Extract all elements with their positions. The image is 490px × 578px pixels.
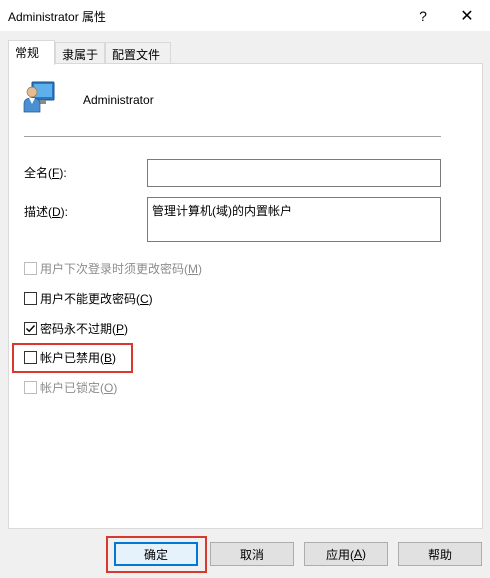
title-bar: Administrator 属性 ? ✕ (0, 0, 490, 31)
checkbox-box (24, 321, 37, 335)
account-locked-checkbox[interactable]: 帐户已锁定(O) (24, 379, 117, 395)
window-title: Administrator 属性 (8, 10, 107, 24)
must-change-password-checkbox[interactable]: 用户下次登录时须更改密码(M) (24, 260, 202, 276)
checkbox-label: 用户不能更改密码(C) (40, 291, 153, 306)
help-dialog-button[interactable]: 帮助 (398, 542, 482, 566)
fullname-label: 全名(F): (24, 166, 67, 180)
general-panel: Administrator 全名(F): 描述(D): 管理计算机(域)的内置帐… (8, 63, 483, 529)
checkbox-label: 用户下次登录时须更改密码(M) (40, 261, 202, 276)
checkbox-box (24, 380, 37, 394)
tab-profile[interactable]: 配置文件 (105, 42, 171, 64)
user-name-label: Administrator (83, 93, 154, 107)
apply-button[interactable]: 应用(A) (304, 542, 388, 566)
checkbox-label: 密码永不过期(P) (40, 321, 129, 336)
tab-member-of[interactable]: 隶属于 (55, 42, 105, 64)
divider (24, 136, 441, 137)
help-button[interactable]: ? (400, 0, 446, 31)
fullname-field[interactable] (147, 159, 441, 187)
user-account-icon (23, 79, 57, 113)
checkbox-box (24, 261, 37, 275)
tab-general[interactable]: 常规 (8, 40, 55, 65)
cannot-change-password-checkbox[interactable]: 用户不能更改密码(C) (24, 290, 153, 306)
ok-button[interactable]: 确定 (114, 542, 198, 566)
description-field[interactable]: 管理计算机(域)的内置帐户 (147, 197, 441, 242)
checkbox-label: 帐户已锁定(O) (40, 380, 118, 395)
close-button[interactable]: ✕ (444, 0, 490, 31)
password-never-expires-checkbox[interactable]: 密码永不过期(P) (24, 320, 128, 336)
checkbox-box (24, 291, 37, 305)
cancel-button[interactable]: 取消 (210, 542, 294, 566)
highlight-account-disabled (12, 343, 133, 373)
checkmark-icon (26, 324, 36, 332)
description-label: 描述(D): (24, 205, 69, 219)
